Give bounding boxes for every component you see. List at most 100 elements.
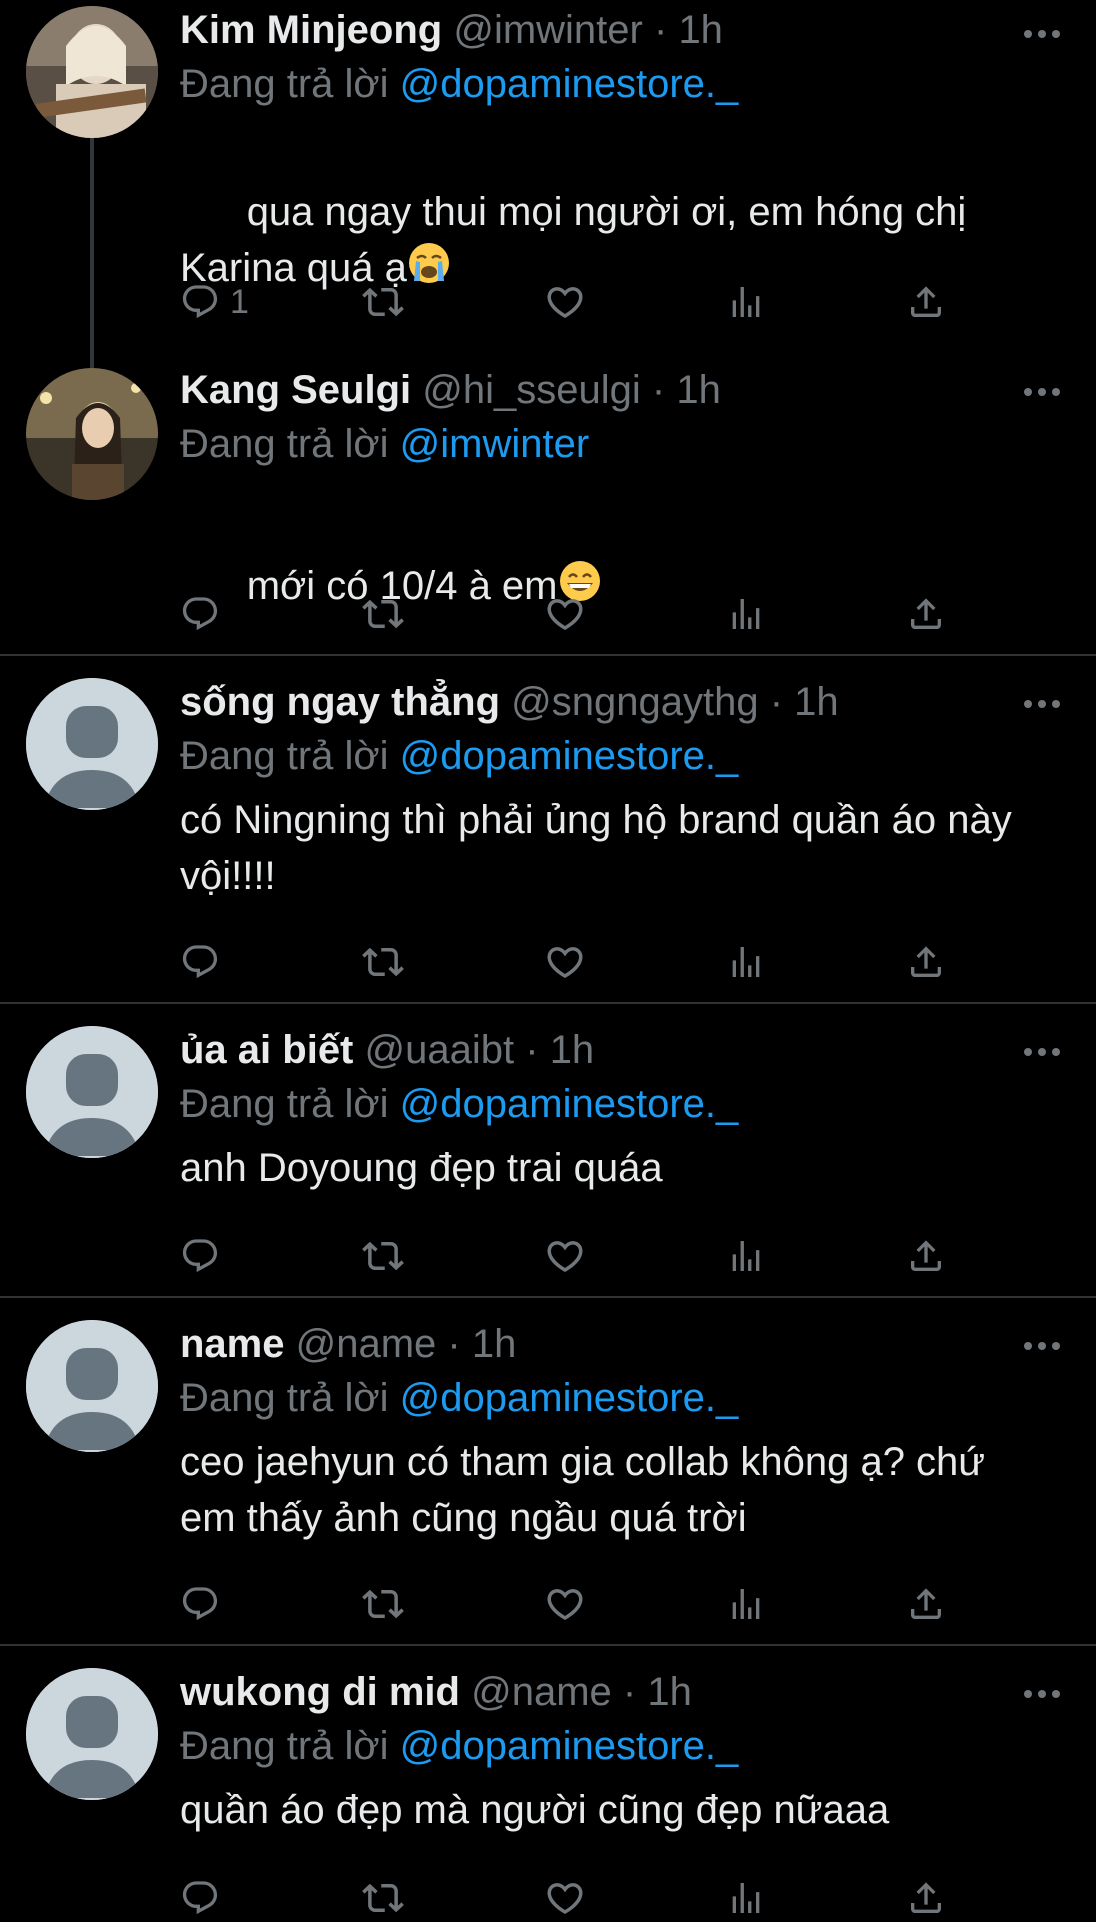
retweet-button[interactable] <box>362 1580 404 1628</box>
timestamp[interactable]: 1h <box>678 8 723 52</box>
more-options-button[interactable] <box>1022 24 1062 44</box>
tweet-2[interactable]: Kang Seulgi @hi_sseulgi · 1h Đang trả lờ… <box>0 350 1096 654</box>
separator-dot: · <box>651 368 666 412</box>
mention-link[interactable]: @dopaminestore._ <box>400 1082 739 1126</box>
user-handle[interactable]: @imwinter <box>453 8 643 52</box>
timestamp[interactable]: 1h <box>647 1670 692 1714</box>
retweet-icon <box>362 281 404 323</box>
reply-icon <box>180 1236 220 1276</box>
reply-button[interactable]: 1 <box>180 278 249 326</box>
tweet-text: anh Doyoung đẹp trai quáa <box>180 1146 663 1190</box>
like-button[interactable] <box>544 1232 586 1280</box>
share-button[interactable] <box>906 278 946 326</box>
timestamp[interactable]: 1h <box>676 368 721 412</box>
bar-chart-icon <box>726 1584 766 1624</box>
like-button[interactable] <box>544 1580 586 1628</box>
default-avatar-icon <box>26 1026 158 1158</box>
user-handle[interactable]: @hi_sseulgi <box>422 368 641 412</box>
tweet-text: quần áo đẹp mà người cũng đẹp nữaaa <box>180 1788 890 1832</box>
display-name[interactable]: name <box>180 1322 285 1366</box>
retweet-icon <box>362 1877 404 1919</box>
reply-count: 1 <box>230 282 249 321</box>
timestamp[interactable]: 1h <box>794 680 839 724</box>
like-button[interactable] <box>544 278 586 326</box>
thread-line <box>90 138 94 368</box>
share-button[interactable] <box>906 1874 946 1922</box>
share-icon <box>906 282 946 322</box>
like-button[interactable] <box>544 590 586 638</box>
user-handle[interactable]: @name <box>471 1670 612 1714</box>
share-icon <box>906 594 946 634</box>
tweet-6[interactable]: wukong di mid @name · 1h Đang trả lời @d… <box>0 1646 1096 1920</box>
timestamp[interactable]: 1h <box>472 1322 517 1366</box>
more-options-button[interactable] <box>1022 694 1062 714</box>
timestamp[interactable]: 1h <box>550 1028 595 1072</box>
avatar[interactable] <box>26 1026 158 1158</box>
retweet-button[interactable] <box>362 590 404 638</box>
display-name[interactable]: sống ngay thẳng <box>180 680 500 724</box>
reply-button[interactable] <box>180 590 220 638</box>
display-name[interactable]: Kang Seulgi <box>180 368 411 412</box>
display-name[interactable]: Kim Minjeong <box>180 8 442 52</box>
share-button[interactable] <box>906 1580 946 1628</box>
heart-icon <box>544 281 586 323</box>
bar-chart-icon <box>726 594 766 634</box>
views-button[interactable] <box>726 1232 766 1280</box>
avatar[interactable] <box>26 1668 158 1800</box>
more-options-button[interactable] <box>1022 1336 1062 1356</box>
views-button[interactable] <box>726 590 766 638</box>
views-button[interactable] <box>726 278 766 326</box>
more-options-button[interactable] <box>1022 1042 1062 1062</box>
tweet-text: có Ningning thì phải ủng hộ brand quần á… <box>180 798 1023 898</box>
share-button[interactable] <box>906 590 946 638</box>
retweet-button[interactable] <box>362 278 404 326</box>
reply-button[interactable] <box>180 1580 220 1628</box>
reply-button[interactable] <box>180 1232 220 1280</box>
more-icon <box>1022 24 1062 44</box>
replying-to: Đang trả lời @dopaminestore._ <box>180 732 738 780</box>
mention-link[interactable]: @dopaminestore._ <box>400 1376 739 1420</box>
more-options-button[interactable] <box>1022 1684 1062 1704</box>
tweet-actions <box>180 938 980 986</box>
tweet-1[interactable]: Kim Minjeong @imwinter · 1h Đang trả lời… <box>0 0 1096 368</box>
display-name[interactable]: wukong di mid <box>180 1670 460 1714</box>
retweet-button[interactable] <box>362 938 404 986</box>
share-button[interactable] <box>906 1232 946 1280</box>
more-icon <box>1022 1336 1062 1356</box>
tweet-3[interactable]: sống ngay thẳng @sngngaythg · 1h Đang tr… <box>0 656 1096 1002</box>
mention-link[interactable]: @imwinter <box>400 422 590 466</box>
mention-link[interactable]: @dopaminestore._ <box>400 734 739 778</box>
avatar[interactable] <box>26 678 158 810</box>
heart-icon <box>544 941 586 983</box>
bar-chart-icon <box>726 942 766 982</box>
reply-button[interactable] <box>180 938 220 986</box>
reply-button[interactable] <box>180 1874 220 1922</box>
mention-link[interactable]: @dopaminestore._ <box>400 62 739 106</box>
views-button[interactable] <box>726 1874 766 1922</box>
avatar[interactable] <box>26 1320 158 1452</box>
reply-icon <box>180 594 220 634</box>
retweet-button[interactable] <box>362 1874 404 1922</box>
replying-to: Đang trả lời @imwinter <box>180 420 589 468</box>
avatar[interactable] <box>26 6 158 138</box>
tweet-5[interactable]: name @name · 1h Đang trả lời @dopaminest… <box>0 1298 1096 1644</box>
retweet-button[interactable] <box>362 1232 404 1280</box>
user-handle[interactable]: @sngngaythg <box>511 680 758 724</box>
more-options-button[interactable] <box>1022 382 1062 402</box>
like-button[interactable] <box>544 938 586 986</box>
tweet-actions <box>180 1232 980 1280</box>
replying-to: Đang trả lời @dopaminestore._ <box>180 1722 738 1770</box>
views-button[interactable] <box>726 1580 766 1628</box>
user-handle[interactable]: @uaaibt <box>365 1028 515 1072</box>
display-name[interactable]: ủa ai biết <box>180 1028 353 1072</box>
views-button[interactable] <box>726 938 766 986</box>
user-handle[interactable]: @name <box>296 1322 437 1366</box>
mention-link[interactable]: @dopaminestore._ <box>400 1724 739 1768</box>
share-button[interactable] <box>906 938 946 986</box>
avatar[interactable] <box>26 368 158 500</box>
tweet-actions <box>180 1874 980 1922</box>
share-icon <box>906 1584 946 1624</box>
like-button[interactable] <box>544 1874 586 1922</box>
tweet-4[interactable]: ủa ai biết @uaaibt · 1h Đang trả lời @do… <box>0 1004 1096 1296</box>
reply-icon <box>180 942 220 982</box>
